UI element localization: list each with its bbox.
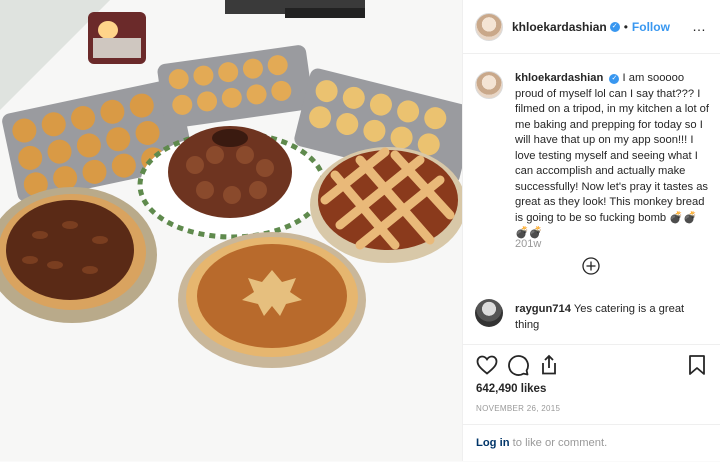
commenter-avatar[interactable] bbox=[475, 299, 503, 327]
verified-badge-icon: ✓ bbox=[609, 21, 620, 32]
login-link[interactable]: Log in bbox=[476, 437, 510, 449]
caption-body: I am sooooo proud of myself lol can I sa… bbox=[515, 72, 710, 239]
commenter-username[interactable]: raygun714 bbox=[515, 303, 571, 315]
heart-icon[interactable] bbox=[475, 353, 499, 377]
caption-avatar[interactable] bbox=[475, 71, 503, 99]
post-photo[interactable] bbox=[0, 0, 462, 461]
share-icon[interactable] bbox=[537, 353, 561, 377]
speech-bubble-icon[interactable] bbox=[506, 353, 530, 377]
caption-age: 201w bbox=[515, 238, 542, 250]
login-prompt-text: to like or comment. bbox=[509, 437, 608, 449]
likes-count[interactable]: 642,490 likes bbox=[476, 383, 546, 395]
post-actions: 642,490 likes NOVEMBER 26, 2015 Log in t… bbox=[463, 344, 720, 461]
bookmark-icon[interactable] bbox=[685, 353, 709, 377]
plus-circle-icon[interactable] bbox=[582, 257, 600, 275]
header-separator: • bbox=[623, 19, 628, 34]
caption-text-block: khloekardashian ✓ I am sooooo proud of m… bbox=[515, 71, 711, 242]
comments-section[interactable]: khloekardashian ✓ I am sooooo proud of m… bbox=[463, 55, 720, 342]
follow-button[interactable]: Follow bbox=[632, 20, 670, 34]
more-options-icon[interactable]: … bbox=[692, 18, 707, 34]
comment-text-block: raygun714 Yes catering is a great thing bbox=[515, 302, 711, 333]
caption-username[interactable]: khloekardashian bbox=[515, 72, 603, 84]
author-avatar[interactable] bbox=[475, 12, 503, 41]
post-header: khloekardashian ✓ • Follow … bbox=[463, 0, 720, 54]
action-icons bbox=[475, 353, 709, 379]
login-prompt: Log in to like or comment. bbox=[463, 424, 720, 462]
post-date[interactable]: NOVEMBER 26, 2015 bbox=[476, 404, 560, 413]
post-sidebar: khloekardashian ✓ • Follow … khloekardas… bbox=[462, 0, 720, 461]
caption-verified-badge-icon: ✓ bbox=[609, 74, 620, 84]
post-photo-graphic bbox=[0, 0, 462, 461]
author-username[interactable]: khloekardashian bbox=[512, 20, 607, 34]
instagram-post: khloekardashian ✓ • Follow … khloekardas… bbox=[0, 0, 720, 461]
